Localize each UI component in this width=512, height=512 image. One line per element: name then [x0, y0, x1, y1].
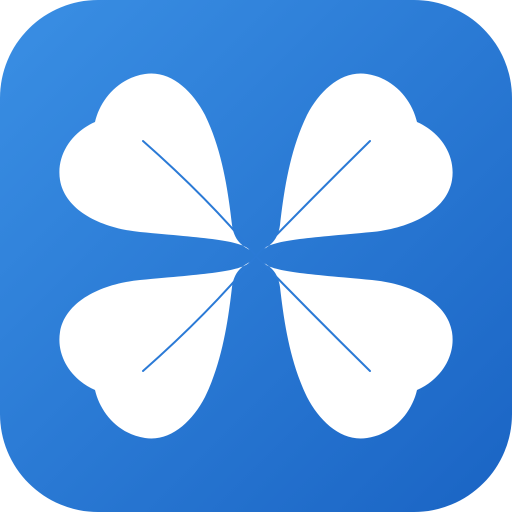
app-icon: [0, 0, 512, 512]
clover-icon-graphic: [0, 0, 512, 512]
